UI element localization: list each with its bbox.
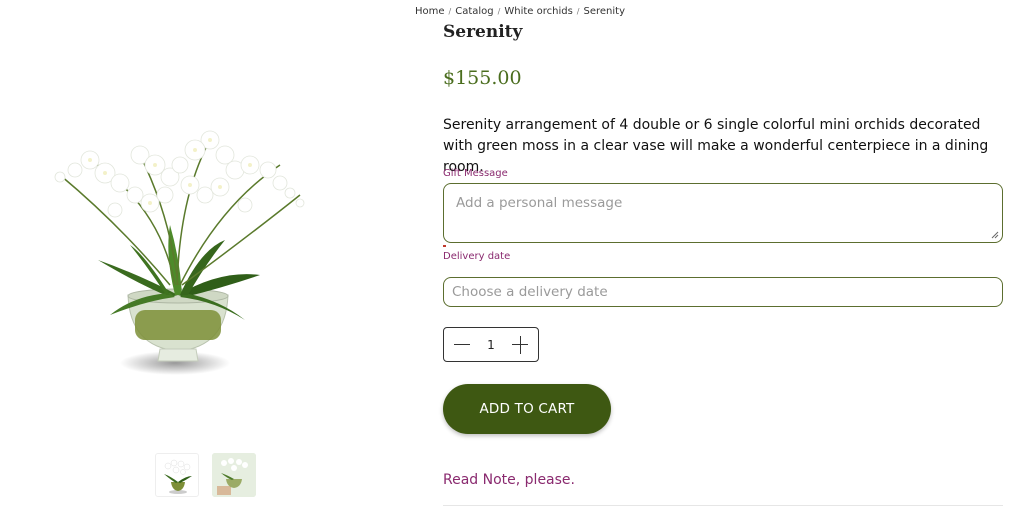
quantity-value[interactable]: 1 [487, 338, 495, 352]
plus-icon[interactable] [511, 335, 529, 354]
read-note-link[interactable]: Read Note, please. [443, 472, 575, 488]
minus-icon[interactable] [453, 336, 471, 354]
resize-handle-icon[interactable] [991, 231, 999, 239]
breadcrumb-separator: / [576, 7, 580, 16]
breadcrumb-white-orchids[interactable]: White orchids [504, 6, 572, 17]
thumbnail-strip [155, 453, 256, 497]
breadcrumb-current: Serenity [583, 6, 625, 17]
product-price: $155.00 [443, 67, 522, 89]
delivery-date-label: Delivery date [443, 251, 511, 262]
gift-message-placeholder: Add a personal message [456, 195, 623, 211]
product-description: Serenity arrangement of 4 double or 6 si… [443, 117, 989, 175]
breadcrumb-home[interactable]: Home [415, 6, 445, 17]
required-indicator [443, 245, 446, 247]
gift-message-label: Gift Message [443, 168, 508, 179]
delivery-date-input[interactable]: Choose a delivery date [443, 277, 1003, 307]
breadcrumb-separator: / [497, 7, 501, 16]
gift-message-textarea[interactable]: Add a personal message [443, 183, 1003, 243]
thumbnail-1[interactable] [155, 453, 199, 497]
product-details: Serenity $155.00 Serenity arrangement of… [443, 20, 1003, 506]
product-gallery [0, 0, 420, 521]
breadcrumb: Home / Catalog / White orchids / Serenit… [415, 6, 625, 17]
product-title: Serenity [443, 22, 523, 42]
quantity-stepper: 1 [443, 327, 539, 362]
breadcrumb-catalog[interactable]: Catalog [455, 6, 493, 17]
thumbnail-2[interactable] [212, 453, 256, 497]
divider [443, 505, 1003, 506]
add-to-cart-button[interactable]: ADD TO CART [443, 384, 611, 434]
product-main-image[interactable] [20, 125, 320, 385]
breadcrumb-separator: / [448, 7, 452, 16]
delivery-date-placeholder: Choose a delivery date [452, 284, 608, 300]
